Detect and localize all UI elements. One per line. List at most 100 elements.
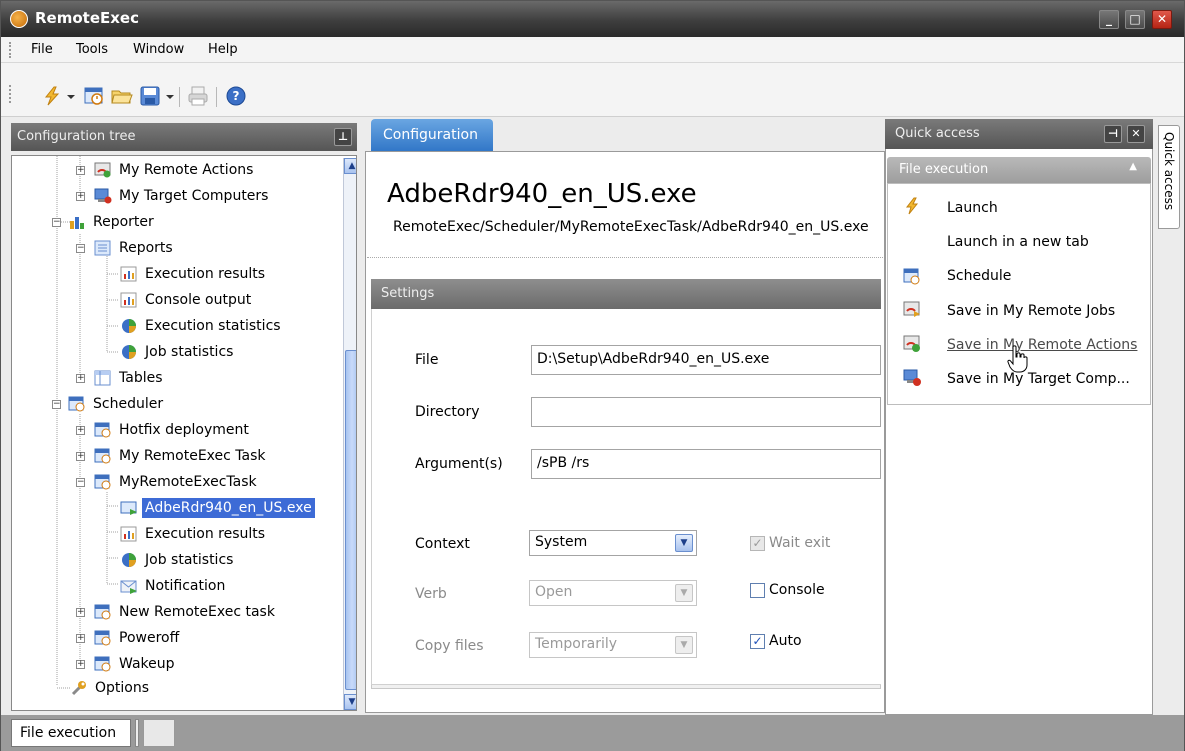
console-label: Console bbox=[769, 582, 825, 598]
menu-help[interactable]: Help bbox=[208, 42, 238, 57]
launch-dropdown-caret[interactable] bbox=[67, 95, 75, 99]
tree-item-label: New RemoteExec task bbox=[119, 604, 275, 620]
save-remote-actions-action[interactable]: Save in My Remote Actions bbox=[947, 337, 1137, 353]
menu-tools[interactable]: Tools bbox=[76, 42, 108, 57]
bar-report-icon bbox=[120, 526, 137, 542]
close-button[interactable]: ✕ bbox=[1152, 10, 1172, 29]
close-icon[interactable]: ✕ bbox=[1127, 125, 1145, 143]
pie-chart-icon bbox=[122, 319, 136, 333]
verb-value: Open bbox=[535, 584, 573, 600]
pin-icon[interactable]: ⊥ bbox=[334, 128, 352, 146]
scroll-thumb[interactable] bbox=[345, 350, 356, 690]
expand-toggle[interactable]: + bbox=[76, 634, 85, 643]
expand-toggle[interactable]: + bbox=[76, 608, 85, 617]
tab-configuration[interactable]: Configuration bbox=[371, 119, 493, 153]
context-value: System bbox=[535, 534, 588, 550]
remote-actions-icon bbox=[94, 162, 111, 178]
tree-item-label: Scheduler bbox=[93, 396, 164, 412]
divider bbox=[367, 257, 883, 259]
status-tab-file-execution[interactable]: File execution bbox=[11, 719, 131, 747]
app-window: RemoteExec _ □ ✕ File Tools Window Help bbox=[0, 0, 1185, 751]
launch-new-tab-action[interactable]: Launch in a new tab bbox=[947, 234, 1089, 250]
help-icon[interactable]: ? bbox=[225, 85, 247, 107]
tree-item-label: My Target Computers bbox=[119, 188, 269, 204]
tree-item-label: Reporter bbox=[93, 214, 154, 230]
schedule-icon bbox=[903, 268, 920, 285]
status-tab-empty[interactable] bbox=[143, 719, 175, 747]
wait-exit-checkbox[interactable]: ✓ bbox=[750, 536, 765, 551]
collapse-toggle[interactable]: − bbox=[76, 244, 85, 253]
collapse-toggle[interactable]: − bbox=[76, 478, 85, 487]
tree-item-label: Wakeup bbox=[119, 656, 175, 672]
expand-toggle[interactable]: + bbox=[76, 426, 85, 435]
schedule-action[interactable]: Schedule bbox=[947, 268, 1011, 284]
pin-icon[interactable]: ⊣ bbox=[1104, 125, 1122, 143]
folder-open-icon[interactable] bbox=[111, 85, 133, 107]
reports-icon bbox=[94, 240, 111, 256]
chevron-down-icon: ▼ bbox=[675, 636, 693, 654]
file-label: File bbox=[415, 352, 439, 368]
app-logo-icon bbox=[10, 10, 28, 28]
tree-item-label: Notification bbox=[145, 578, 226, 594]
task-icon bbox=[94, 630, 111, 646]
chevron-down-icon[interactable]: ▼ bbox=[675, 534, 693, 552]
hand-cursor-icon bbox=[1007, 345, 1028, 373]
expand-toggle[interactable]: + bbox=[76, 374, 85, 383]
verb-label: Verb bbox=[415, 586, 447, 602]
collapse-toggle[interactable]: − bbox=[52, 218, 61, 227]
section-title: File execution bbox=[899, 162, 989, 177]
pie-chart-icon bbox=[122, 553, 136, 567]
remote-actions-icon bbox=[903, 335, 920, 352]
minimize-button[interactable]: _ bbox=[1099, 10, 1119, 29]
expand-toggle[interactable]: + bbox=[76, 192, 85, 201]
directory-field[interactable] bbox=[531, 397, 881, 427]
tree-item-label: Execution results bbox=[145, 266, 266, 282]
toolbar-grip bbox=[9, 85, 12, 103]
target-computers-icon bbox=[903, 369, 921, 386]
pie-chart-icon bbox=[122, 345, 136, 359]
save-target-computers-action[interactable]: Save in My Target Comp... bbox=[947, 371, 1130, 387]
status-bar bbox=[1, 715, 1184, 751]
tree-item-label: My Remote Actions bbox=[119, 162, 254, 178]
arguments-field[interactable]: /sPB /rs bbox=[531, 449, 881, 479]
maximize-button[interactable]: □ bbox=[1125, 10, 1145, 29]
tree-item-label: Execution statistics bbox=[145, 318, 281, 334]
scroll-down-button[interactable]: ▼ bbox=[344, 694, 356, 710]
collapse-toggle[interactable]: − bbox=[52, 400, 61, 409]
print-icon[interactable] bbox=[187, 85, 209, 107]
file-execution-icon bbox=[120, 501, 137, 515]
auto-checkbox[interactable]: ✓ bbox=[750, 634, 765, 649]
expand-toggle[interactable]: + bbox=[76, 452, 85, 461]
tree-item-label: Options bbox=[95, 680, 150, 696]
lightning-icon bbox=[905, 197, 919, 215]
copy-files-value: Temporarily bbox=[535, 636, 618, 652]
chevron-up-icon[interactable]: ▲ bbox=[1129, 161, 1137, 172]
context-select[interactable]: System ▼ bbox=[529, 530, 697, 556]
table-icon bbox=[94, 370, 111, 386]
menu-file[interactable]: File bbox=[31, 42, 53, 57]
tree-item-label: Execution results bbox=[145, 526, 266, 542]
quick-access-section[interactable]: File execution ▲ bbox=[887, 157, 1151, 183]
expand-toggle[interactable]: + bbox=[76, 166, 85, 175]
page-title: AdbeRdr940_en_US.exe bbox=[387, 179, 697, 209]
scroll-up-button[interactable]: ▲ bbox=[344, 158, 356, 174]
copy-files-select[interactable]: Temporarily ▼ bbox=[529, 632, 697, 658]
file-field[interactable]: D:\Setup\AdbeRdr940_en_US.exe bbox=[531, 345, 881, 375]
tree-item-label: Console output bbox=[145, 292, 252, 308]
lightning-icon[interactable] bbox=[41, 85, 63, 107]
verb-select[interactable]: Open ▼ bbox=[529, 580, 697, 606]
save-remote-jobs-action[interactable]: Save in My Remote Jobs bbox=[947, 303, 1115, 319]
schedule-icon[interactable] bbox=[83, 85, 105, 107]
launch-action[interactable]: Launch bbox=[947, 200, 998, 216]
wrench-icon bbox=[71, 681, 86, 696]
quick-access-side-tab[interactable]: Quick access bbox=[1158, 125, 1180, 229]
tree-scrollbar[interactable]: ▲ ▼ bbox=[343, 158, 356, 710]
save-dropdown-caret[interactable] bbox=[166, 95, 174, 99]
expand-toggle[interactable]: + bbox=[76, 660, 85, 669]
target-computers-icon bbox=[94, 188, 112, 204]
save-icon[interactable] bbox=[139, 85, 161, 107]
task-icon bbox=[94, 448, 111, 464]
tree-item-label: My RemoteExec Task bbox=[119, 448, 266, 464]
console-checkbox[interactable] bbox=[750, 583, 765, 598]
menu-window[interactable]: Window bbox=[133, 42, 184, 57]
